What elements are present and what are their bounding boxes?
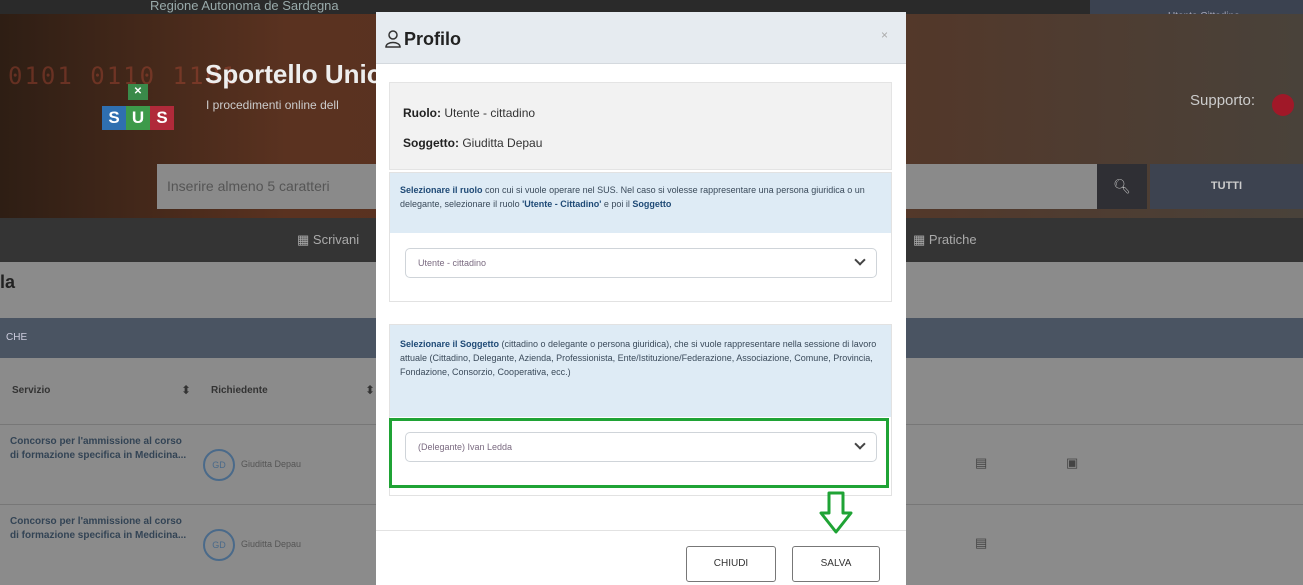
role-select[interactable]: Utente - cittadino bbox=[405, 248, 877, 278]
role-instructions-bold-2: 'Utente - Cittadino' bbox=[522, 199, 602, 209]
site-title: Sportello Unic bbox=[205, 59, 382, 89]
document-icon[interactable]: ▤ bbox=[975, 535, 987, 551]
grid-icon: ▦ bbox=[913, 232, 929, 247]
user-icon bbox=[385, 30, 401, 48]
subject-value: Giuditta Depau bbox=[462, 136, 543, 150]
avatar: GD bbox=[203, 449, 235, 481]
logo-letter-u: U bbox=[126, 106, 150, 130]
role-label: Ruolo: bbox=[403, 106, 441, 120]
role-instructions-bold-3: Soggetto bbox=[632, 199, 672, 209]
role-instructions-bold: Selezionare il ruolo bbox=[400, 185, 483, 195]
logo-flag-icon: ✕ bbox=[128, 84, 148, 100]
role-value: Utente - cittadino bbox=[444, 106, 536, 120]
row-requester: Giuditta Depau bbox=[241, 539, 302, 549]
subject-info: Soggetto: Giuditta Depau bbox=[403, 136, 542, 150]
close-icon[interactable]: × bbox=[881, 28, 888, 42]
search-icon: 🔍︎ bbox=[1113, 178, 1131, 194]
page-title: la bbox=[0, 272, 16, 292]
nav-label-scrivania: Scrivani bbox=[312, 232, 360, 247]
column-header-servizio[interactable]: Servizio bbox=[12, 385, 50, 396]
role-instructions: Selezionare il ruolo con cui si vuole op… bbox=[390, 173, 891, 233]
support-label: Supporto: bbox=[1190, 92, 1256, 109]
role-card: Selezionare il ruolo con cui si vuole op… bbox=[389, 172, 892, 302]
row-requester: Giuditta Depau bbox=[241, 459, 302, 469]
arrow-down-icon bbox=[819, 491, 853, 534]
role-instructions-text-2: e poi il bbox=[601, 199, 633, 209]
modal-header: Profilo × bbox=[376, 12, 906, 64]
role-info: Ruolo: Utente - cittadino bbox=[403, 106, 535, 120]
save-button[interactable]: SALVA bbox=[792, 546, 880, 582]
subject-instructions-bold: Selezionare il Soggetto bbox=[400, 339, 500, 349]
subject-instructions: Selezionare il Soggetto (cittadino o del… bbox=[390, 325, 891, 417]
calendar-icon[interactable]: ▣ bbox=[1066, 455, 1078, 471]
support-icon[interactable] bbox=[1272, 94, 1294, 116]
modal-title: Profilo bbox=[404, 29, 461, 49]
sus-logo: ✕ S U S bbox=[98, 84, 178, 134]
document-icon[interactable]: ▤ bbox=[975, 455, 987, 471]
nav-item-pratiche[interactable]: ▦ Pratiche bbox=[913, 232, 977, 248]
sort-icon[interactable]: ⬍ bbox=[181, 383, 191, 397]
profile-info-box: Ruolo: Utente - cittadino Soggetto: Giud… bbox=[389, 82, 892, 170]
sort-icon[interactable]: ⬍ bbox=[365, 383, 375, 397]
grid-icon: ▦ bbox=[297, 232, 313, 247]
row-service[interactable]: Concorso per l'ammissione al corso di fo… bbox=[10, 515, 190, 543]
row-service[interactable]: Concorso per l'ammissione al corso di fo… bbox=[10, 435, 190, 463]
column-header-richiedente[interactable]: Richiedente bbox=[211, 385, 268, 396]
search-button[interactable]: 🔍︎ bbox=[1097, 164, 1147, 209]
subject-label: Soggetto: bbox=[403, 136, 459, 150]
site-subtitle: I procedimenti online dell bbox=[206, 98, 339, 112]
nav-item-scrivania[interactable]: ▦ Scrivani bbox=[297, 232, 359, 248]
logo-letter-s1: S bbox=[102, 106, 126, 130]
highlight-box bbox=[389, 418, 889, 488]
table-section-label: CHE bbox=[6, 332, 28, 343]
role-select-value: Utente - cittadino bbox=[418, 258, 487, 268]
tutti-button[interactable]: TUTTI bbox=[1150, 164, 1303, 209]
logo-letter-s2: S bbox=[150, 106, 174, 130]
region-text: Regione Autonoma de Sardegna bbox=[150, 0, 339, 13]
chevron-down-icon bbox=[854, 254, 866, 266]
close-button[interactable]: CHIUDI bbox=[686, 546, 776, 582]
avatar: GD bbox=[203, 529, 235, 561]
nav-label-pratiche: Pratiche bbox=[928, 232, 977, 247]
